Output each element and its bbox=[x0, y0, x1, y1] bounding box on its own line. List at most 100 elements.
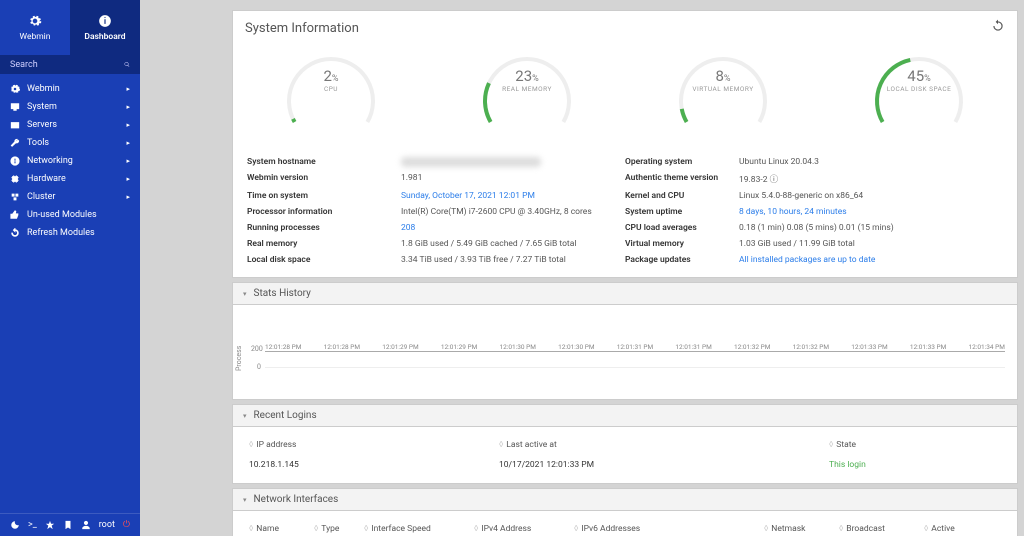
sidebar-item-networking[interactable]: Networking ▸ bbox=[0, 152, 140, 170]
info-value: 1.8 GiB used / 5.49 GiB cached / 7.65 Gi… bbox=[401, 239, 621, 249]
system-info-header: System Information bbox=[233, 11, 1017, 45]
sidebar-item-label: Hardware bbox=[27, 174, 66, 184]
logout-icon[interactable]: ⏻ bbox=[123, 520, 130, 530]
tick-label: 12:01:30 PM bbox=[500, 343, 536, 351]
sidebar: Webmin Dashboard Webmin ▸ System ▸ Serve… bbox=[0, 0, 140, 536]
info-key: Processor information bbox=[247, 207, 397, 217]
tick-label: 12:01:32 PM bbox=[793, 343, 829, 351]
network-interfaces-table: ◊Name ◊Type ◊Interface Speed ◊IPv4 Addre… bbox=[245, 519, 1005, 536]
sidebar-item-cluster[interactable]: Cluster ▸ bbox=[0, 188, 140, 206]
info-value[interactable]: 8 days, 10 hours, 24 minutes bbox=[739, 207, 1003, 217]
chart-ymin: 0 bbox=[257, 363, 261, 371]
col-speed[interactable]: Interface Speed bbox=[371, 524, 431, 534]
network-interfaces-body: ◊Name ◊Type ◊Interface Speed ◊IPv4 Addre… bbox=[232, 511, 1018, 536]
globe-icon bbox=[10, 156, 20, 166]
wrench-icon bbox=[10, 138, 20, 148]
info-key: Operating system bbox=[625, 157, 735, 167]
info-key: Kernel and CPU bbox=[625, 191, 735, 201]
tab-dashboard-label: Dashboard bbox=[84, 32, 125, 42]
chevron-right-icon: ▸ bbox=[126, 121, 130, 129]
chart-ticks: 12:01:28 PM12:01:28 PM12:01:29 PM12:01:2… bbox=[265, 343, 1005, 351]
sidebar-item-tools[interactable]: Tools ▸ bbox=[0, 134, 140, 152]
col-ipv6[interactable]: IPv6 Addresses bbox=[581, 524, 640, 534]
col-active[interactable]: Active bbox=[931, 524, 954, 534]
gauge-value: 23% bbox=[477, 67, 577, 85]
chart-gridline bbox=[265, 367, 1005, 368]
sidebar-item-refresh-modules[interactable]: Refresh Modules bbox=[0, 224, 140, 242]
col-state[interactable]: State bbox=[836, 440, 856, 450]
col-ipv4[interactable]: IPv4 Address bbox=[481, 524, 531, 534]
sidebar-item-label: Networking bbox=[27, 156, 73, 166]
col-last[interactable]: Last active at bbox=[506, 440, 556, 450]
stats-history-header[interactable]: Stats History bbox=[232, 282, 1018, 305]
gauges-row: 2% CPU 23% REAL MEMORY 8% VIRTUAL MEMORY bbox=[233, 45, 1017, 151]
info-key: CPU load averages bbox=[625, 223, 735, 233]
sidebar-item-label: Webmin bbox=[27, 84, 60, 94]
username[interactable]: root bbox=[99, 520, 115, 530]
info-key: Virtual memory bbox=[625, 239, 735, 249]
tick-label: 12:01:33 PM bbox=[910, 343, 946, 351]
system-info-panel: System Information 2% CPU 23% bbox=[232, 10, 1018, 278]
night-mode-icon[interactable] bbox=[10, 520, 20, 530]
info-value: 19.83-2 ⓘ bbox=[739, 173, 1003, 185]
info-value[interactable]: All installed packages are up to date bbox=[739, 255, 1003, 265]
tab-dashboard[interactable]: Dashboard bbox=[70, 0, 140, 55]
info-key: System uptime bbox=[625, 207, 735, 217]
gauge-value: 2% bbox=[281, 67, 381, 85]
sidebar-item-label: Servers bbox=[27, 120, 57, 130]
gauge-virtual-memory: 8% VIRTUAL MEMORY bbox=[625, 51, 821, 141]
refresh-icon bbox=[991, 19, 1005, 33]
star-icon[interactable] bbox=[45, 520, 55, 530]
refresh-button[interactable] bbox=[991, 19, 1005, 37]
stats-history-title: Stats History bbox=[254, 288, 311, 299]
main: System Information 2% CPU 23% bbox=[232, 0, 1024, 536]
sidebar-item-servers[interactable]: Servers ▸ bbox=[0, 116, 140, 134]
search-icon[interactable] bbox=[124, 59, 130, 70]
search-bar[interactable] bbox=[0, 55, 140, 74]
refresh-icon bbox=[10, 228, 20, 238]
col-netmask[interactable]: Netmask bbox=[771, 524, 805, 534]
tick-label: 12:01:34 PM bbox=[969, 343, 1005, 351]
chart-ylabel: Process bbox=[235, 346, 243, 371]
nav: Webmin ▸ System ▸ Servers ▸ Tools ▸ Netw… bbox=[0, 74, 140, 242]
col-name[interactable]: Name bbox=[256, 524, 279, 534]
info-value: 1.981 bbox=[401, 173, 621, 185]
recent-logins-header[interactable]: Recent Logins bbox=[232, 404, 1018, 427]
network-interfaces-header[interactable]: Network Interfaces bbox=[232, 488, 1018, 511]
search-input[interactable] bbox=[10, 60, 124, 70]
terminal-icon[interactable]: >_ bbox=[28, 520, 37, 530]
sidebar-item-system[interactable]: System ▸ bbox=[0, 98, 140, 116]
gauge-value: 45% bbox=[869, 67, 969, 85]
sidebar-item-label: Refresh Modules bbox=[27, 228, 95, 238]
bottom-bar: >_ root ⏻ bbox=[0, 513, 140, 536]
info-value[interactable]: Sunday, October 17, 2021 12:01 PM bbox=[401, 191, 621, 201]
col-type[interactable]: Type bbox=[321, 524, 339, 534]
tick-label: 12:01:31 PM bbox=[675, 343, 711, 351]
info-value[interactable]: 208 bbox=[401, 223, 621, 233]
info-key: Time on system bbox=[247, 191, 397, 201]
info-value: xxxxxxxxxxxxxxxxxx bbox=[401, 157, 621, 167]
gauge-label: LOCAL DISK SPACE bbox=[887, 85, 952, 93]
gauge-label: REAL MEMORY bbox=[502, 85, 552, 93]
gear-icon bbox=[28, 14, 42, 28]
info-key: Real memory bbox=[247, 239, 397, 249]
chevron-right-icon: ▸ bbox=[126, 85, 130, 93]
sidebar-item-webmin[interactable]: Webmin ▸ bbox=[0, 80, 140, 98]
info-value: Ubuntu Linux 20.04.3 bbox=[739, 157, 1003, 167]
col-broadcast[interactable]: Broadcast bbox=[846, 524, 885, 534]
info-value: Linux 5.4.0-88-generic on x86_64 bbox=[739, 191, 1003, 201]
tab-webmin[interactable]: Webmin bbox=[0, 0, 70, 55]
bookmark-icon[interactable] bbox=[63, 520, 73, 530]
tick-label: 12:01:32 PM bbox=[734, 343, 770, 351]
dashboard-icon bbox=[98, 14, 112, 28]
cell-last: 10/17/2021 12:01:33 PM bbox=[495, 455, 825, 475]
col-ip[interactable]: IP address bbox=[256, 440, 296, 450]
tab-webmin-label: Webmin bbox=[20, 32, 51, 42]
gauge-value: 8% bbox=[673, 67, 773, 85]
info-icon[interactable]: ⓘ bbox=[770, 175, 779, 185]
cell-state[interactable]: This login bbox=[825, 455, 1005, 475]
sidebar-item-un-used-modules[interactable]: Un-used Modules bbox=[0, 206, 140, 224]
tick-label: 12:01:30 PM bbox=[558, 343, 594, 351]
tick-label: 12:01:28 PM bbox=[324, 343, 360, 351]
sidebar-item-hardware[interactable]: Hardware ▸ bbox=[0, 170, 140, 188]
